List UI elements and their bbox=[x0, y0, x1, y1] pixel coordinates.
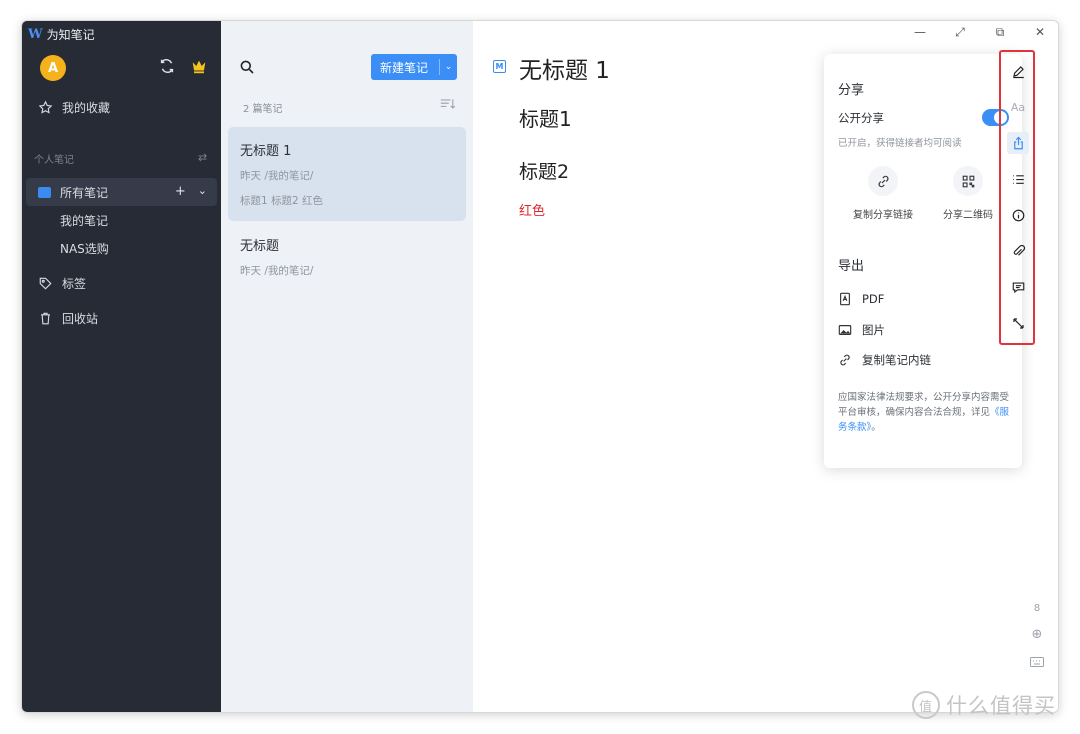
expand-button[interactable] bbox=[1007, 312, 1029, 334]
share-hint: 已开启，获得链接者均可阅读 bbox=[838, 138, 962, 149]
sidebar-subitem[interactable]: 我的笔记 bbox=[60, 212, 108, 229]
section-label: 个人笔记 bbox=[34, 155, 74, 166]
paperclip-icon bbox=[1013, 244, 1025, 256]
avatar[interactable]: A bbox=[40, 55, 66, 81]
watermark-text: 什么值得买 bbox=[946, 694, 1056, 718]
link-icon bbox=[840, 354, 850, 366]
sidebar-item-label: 标签 bbox=[62, 276, 87, 291]
info-button[interactable] bbox=[1007, 204, 1029, 226]
new-note-label: 新建笔记 bbox=[380, 60, 429, 75]
copy-link-button[interactable] bbox=[868, 166, 898, 196]
keyboard-icon[interactable] bbox=[1025, 657, 1049, 670]
sidebar-item-label: 回收站 bbox=[62, 311, 99, 326]
heading-1[interactable]: 标题1 bbox=[519, 103, 572, 132]
copy-inner-link[interactable]: 复制笔记内链 bbox=[838, 352, 931, 368]
pencil-icon bbox=[1012, 65, 1024, 78]
export-label: 复制笔记内链 bbox=[862, 353, 931, 367]
legal-notice: 应国家法律法规要求，公开分享内容需受平台审核，确保内容合法合规，详见《服务条款》… bbox=[838, 390, 1013, 435]
app-name: 为知笔记 bbox=[46, 28, 95, 42]
note-title-input[interactable]: 无标题 1 bbox=[519, 51, 610, 85]
note-title: 无标题 bbox=[240, 239, 280, 254]
chevron-down-icon[interactable]: ⌄ bbox=[440, 62, 457, 72]
app-window: W 为知笔记 A 我的收藏 个人笔记 ⇄ 所有笔记 + ⌄ 我的笔记 NAS选购 bbox=[21, 20, 1059, 713]
notice-text: 应国家法律法规要求，公开分享内容需受平台审核，确保内容合法合规，详见 bbox=[838, 392, 1010, 418]
trash-icon bbox=[41, 312, 50, 324]
note-list-item[interactable]: 无标题 1 昨天 /我的笔记/ 标题1 标题2 红色 bbox=[228, 127, 466, 221]
export-pdf[interactable]: PDF bbox=[838, 292, 884, 306]
font-button[interactable]: Aa bbox=[1007, 96, 1029, 118]
watermark: 值 什么值得买 bbox=[912, 690, 1056, 720]
outline-button[interactable] bbox=[1007, 168, 1029, 190]
chevron-down-icon[interactable]: ⌄ bbox=[198, 184, 207, 199]
public-share-label: 公开分享 bbox=[838, 111, 884, 125]
note-list-panel: 新建笔记 ⌄ 2 篇笔记 无标题 1 昨天 /我的笔记/ 标题1 标题2 红色 … bbox=[221, 21, 473, 712]
note-snippet: 标题1 标题2 红色 bbox=[240, 195, 324, 207]
edit-button[interactable] bbox=[1007, 60, 1029, 82]
sidebar-item-label: 我的收藏 bbox=[62, 100, 111, 115]
export-label: PDF bbox=[862, 292, 885, 306]
qr-code-icon bbox=[962, 175, 974, 187]
note-title: 无标题 1 bbox=[240, 144, 292, 159]
list-icon bbox=[1012, 174, 1024, 184]
export-header: 导出 bbox=[838, 259, 865, 274]
red-text[interactable]: 红色 bbox=[519, 200, 545, 219]
sidebar-subitem[interactable]: NAS选购 bbox=[60, 240, 109, 257]
folder-icon bbox=[38, 186, 51, 198]
note-meta: 昨天 /我的笔记/ bbox=[240, 170, 314, 182]
sync-icon[interactable] bbox=[158, 57, 176, 75]
note-count: 2 篇笔记 bbox=[243, 104, 283, 115]
minimize-button[interactable]: — bbox=[900, 25, 940, 39]
window-controls: — ⤢ ⧉ ✕ bbox=[900, 21, 1058, 43]
add-folder-button[interactable]: + bbox=[175, 184, 186, 199]
sidebar-item-label: 所有笔记 bbox=[60, 185, 109, 200]
info-icon bbox=[1012, 209, 1024, 221]
add-circle-icon[interactable]: ⊕ bbox=[1025, 627, 1049, 642]
right-toolbar: Aa bbox=[999, 50, 1035, 345]
pdf-icon bbox=[840, 292, 850, 306]
markdown-icon: M bbox=[493, 60, 506, 73]
sort-icon[interactable] bbox=[440, 97, 456, 111]
comment-button[interactable] bbox=[1007, 276, 1029, 298]
export-image[interactable]: 图片 bbox=[838, 322, 885, 338]
image-icon bbox=[838, 325, 852, 335]
switch-icon[interactable]: ⇄ bbox=[198, 151, 207, 164]
close-button[interactable]: ✕ bbox=[1020, 25, 1058, 39]
tag-icon bbox=[39, 277, 52, 290]
sidebar-item-all-notes[interactable]: 所有笔记 + ⌄ bbox=[26, 178, 217, 206]
crown-icon[interactable] bbox=[190, 57, 208, 75]
fullscreen-button[interactable]: ⤢ bbox=[940, 25, 980, 40]
attachment-button[interactable] bbox=[1007, 240, 1029, 262]
share-header: 分享 bbox=[838, 83, 865, 98]
share-icon bbox=[1013, 136, 1023, 149]
note-meta: 昨天 /我的笔记/ bbox=[240, 265, 314, 277]
note-list-item[interactable]: 无标题 昨天 /我的笔记/ bbox=[228, 222, 466, 286]
qr-code-button[interactable] bbox=[953, 166, 983, 196]
share-button[interactable] bbox=[1007, 132, 1029, 154]
word-count: 8 bbox=[1033, 603, 1041, 614]
star-icon bbox=[38, 100, 53, 114]
export-label: 图片 bbox=[862, 323, 885, 337]
expand-icon bbox=[1012, 317, 1024, 329]
heading-2[interactable]: 标题2 bbox=[519, 157, 569, 184]
search-icon[interactable] bbox=[239, 59, 255, 75]
share-popup: 分享 公开分享 已开启，获得链接者均可阅读 复制分享链接 分享二维码 导出 PD… bbox=[824, 54, 1022, 468]
sidebar-item-favorites[interactable]: 我的收藏 bbox=[22, 93, 221, 121]
link-icon bbox=[878, 175, 888, 187]
sidebar-item-trash[interactable]: 回收站 bbox=[22, 304, 221, 332]
app-title: W 为知笔记 bbox=[28, 26, 95, 43]
sidebar-item-tags[interactable]: 标签 bbox=[22, 269, 221, 297]
app-logo-icon: W bbox=[28, 27, 43, 42]
editor: M 无标题 1 标题1 标题2 红色 — ⤢ ⧉ ✕ 分享 公开分享 已开启，获… bbox=[473, 21, 1058, 712]
new-note-button[interactable]: 新建笔记 ⌄ bbox=[371, 54, 457, 80]
watermark-badge: 值 bbox=[912, 691, 940, 719]
comment-icon bbox=[1012, 281, 1024, 293]
copy-link-label[interactable]: 复制分享链接 bbox=[838, 206, 928, 221]
restore-button[interactable]: ⧉ bbox=[980, 25, 1020, 40]
notice-end: 。 bbox=[871, 422, 881, 433]
sidebar: W 为知笔记 A 我的收藏 个人笔记 ⇄ 所有笔记 + ⌄ 我的笔记 NAS选购 bbox=[22, 21, 221, 712]
